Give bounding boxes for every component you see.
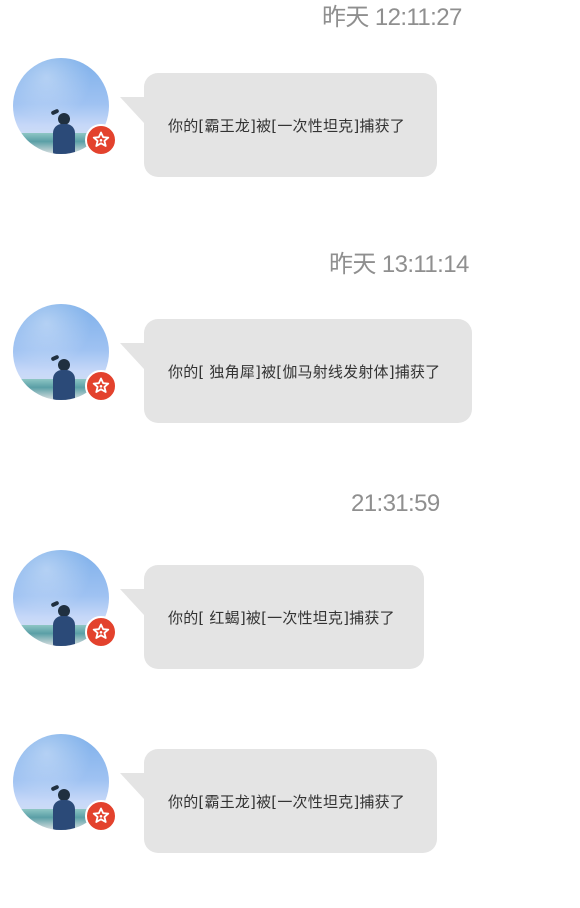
message-text: 你的[霸王龙]被[一次性坦克]捕获了 [168,116,406,135]
message-bubble[interactable]: 你的[霸王龙]被[一次性坦克]捕获了 [120,749,437,853]
star-badge-icon [85,124,117,156]
star-badge-icon [85,800,117,832]
message-text: 你的[ 红蝎]被[一次性坦克]捕获了 [168,608,395,627]
timestamp: 21:31:59 [351,490,440,517]
avatar-person-body [53,124,75,154]
chat-message-list[interactable]: 昨天 12:11:27 你的[霸王龙]被[一次性坦克]捕获了 昨天 13:11:… [0,0,580,908]
timestamp-top-partial: 昨天 12:11:27 [322,4,462,31]
avatar-person-body [53,616,75,646]
avatar-person-body [53,800,75,830]
avatar-person-body [53,370,75,400]
message-text: 你的[ 独角犀]被[伽马射线发射体]捕获了 [168,362,441,381]
star-badge-icon [85,370,117,402]
message-bubble[interactable]: 你的[ 独角犀]被[伽马射线发射体]捕获了 [120,319,472,423]
star-badge-icon [85,616,117,648]
avatar-hair-shape [50,784,60,792]
avatar-hair-shape [50,108,60,116]
timestamp: 昨天 13:11:14 [329,251,469,278]
message-bubble[interactable]: 你的[ 红蝎]被[一次性坦克]捕获了 [120,565,424,669]
avatar-hair-shape [50,354,60,362]
message-bubble[interactable]: 你的[霸王龙]被[一次性坦克]捕获了 [120,73,437,177]
message-text: 你的[霸王龙]被[一次性坦克]捕获了 [168,792,406,811]
avatar-hair-shape [50,600,60,608]
